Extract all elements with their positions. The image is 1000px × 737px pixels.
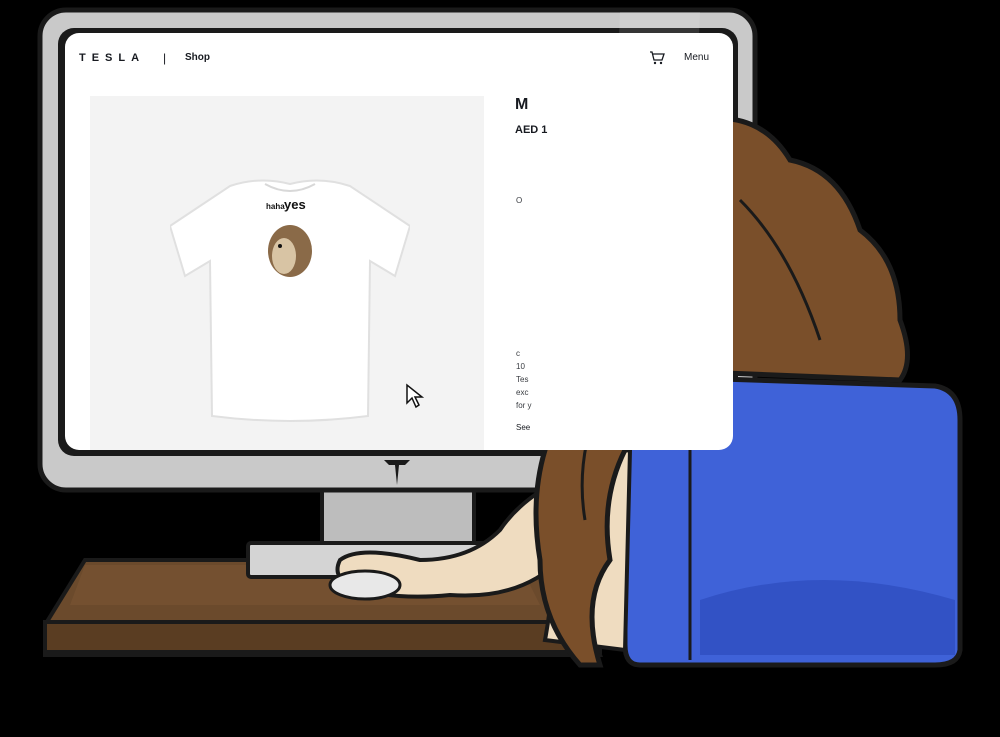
- shop-link[interactable]: Shop: [185, 52, 210, 63]
- description-line: 10: [516, 362, 525, 371]
- shirt-print-small-text: haha: [266, 202, 285, 211]
- description-line: Tes: [516, 375, 529, 384]
- nav-divider: |: [163, 51, 167, 65]
- description-line: exc: [516, 388, 529, 397]
- mouse-icon: [328, 569, 402, 601]
- see-more-link[interactable]: See: [516, 423, 530, 432]
- illustration-stage: TESLA | Shop Menu haha yes M AED 1 O c 1…: [0, 0, 1000, 737]
- product-title: M: [515, 96, 529, 113]
- menu-button[interactable]: Menu: [684, 52, 709, 63]
- shirt-print-large-text: yes: [284, 197, 306, 212]
- description-line: O: [516, 196, 523, 205]
- description-line: c: [516, 349, 520, 358]
- description-line: for y: [516, 401, 532, 410]
- monitor-screen: TESLA | Shop Menu haha yes M AED 1 O c 1…: [65, 33, 733, 450]
- hedgehog-print-icon: [268, 225, 312, 277]
- top-nav: TESLA | Shop Menu: [65, 33, 733, 83]
- mouse-cursor-icon: [406, 383, 425, 409]
- cart-icon[interactable]: [649, 50, 665, 66]
- brand-logo[interactable]: TESLA: [79, 52, 145, 64]
- product-price: AED 1: [515, 124, 548, 136]
